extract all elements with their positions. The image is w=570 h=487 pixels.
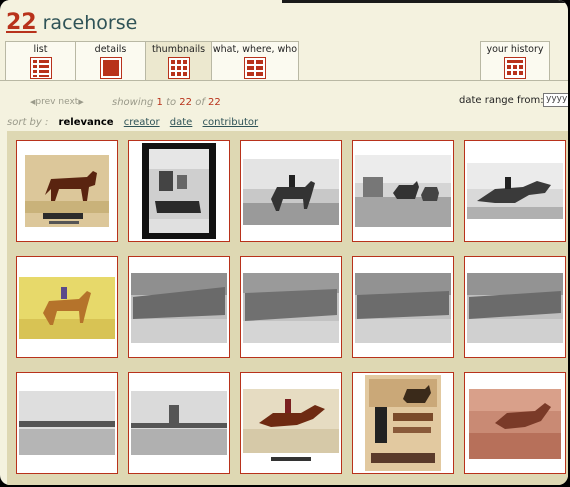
page: 22 racehorse list details thumbnails what…	[0, 0, 568, 485]
thumbnail-image	[25, 155, 109, 227]
details-icon	[99, 57, 122, 79]
tab-label: details	[94, 44, 127, 55]
thumbnail-image	[243, 273, 339, 343]
search-query: racehorse	[42, 12, 138, 34]
tab-divider	[0, 80, 568, 81]
top-bar	[0, 0, 568, 3]
sort-label: sort by :	[7, 117, 49, 128]
thumbnail-image	[355, 273, 451, 343]
date-range-input[interactable]: yyyy	[543, 93, 568, 107]
thumbnail-15[interactable]	[464, 372, 566, 474]
tab-your-history[interactable]: your history	[480, 41, 550, 81]
thumbnail-image	[355, 155, 451, 227]
next-link[interactable]: next	[58, 97, 78, 107]
tab-label: list	[33, 44, 48, 55]
thumbnail-4[interactable]	[352, 140, 454, 242]
thumbnails-icon	[167, 57, 190, 79]
thumbnail-image	[142, 143, 216, 239]
thumbnail-3[interactable]	[240, 140, 342, 242]
sort-bar: sort by : relevance creator date contrib…	[7, 117, 258, 128]
date-range-label: date range from:	[459, 95, 544, 106]
next-arrow-icon: ▶	[78, 98, 84, 106]
thumbnail-5[interactable]	[464, 140, 566, 242]
thumbnail-10[interactable]	[464, 256, 566, 358]
thumbnail-image	[243, 389, 339, 461]
thumbnail-7[interactable]	[128, 256, 230, 358]
page-title: 22 racehorse	[6, 10, 137, 40]
sort-relevance[interactable]: relevance	[59, 117, 114, 128]
thumbnail-image	[243, 159, 339, 225]
prev-link[interactable]: prev	[35, 97, 55, 107]
tab-list[interactable]: list	[5, 41, 76, 81]
thumbnail-14[interactable]	[352, 372, 454, 474]
sort-contributor[interactable]: contributor	[203, 117, 259, 128]
thumbnail-image	[131, 391, 227, 455]
tab-details[interactable]: details	[75, 41, 146, 81]
thumbnail-1[interactable]	[16, 140, 118, 242]
showing-label: showing	[112, 97, 154, 108]
result-count[interactable]: 22	[6, 10, 37, 35]
results-toolbar: ◀prev next▶ showing 1 to 22 of 22 date r…	[0, 91, 568, 111]
pager: ◀prev next▶	[30, 97, 84, 107]
grid-icon	[244, 57, 266, 79]
thumbnail-13[interactable]	[240, 372, 342, 474]
results-range: showing 1 to 22 of 22	[112, 97, 221, 108]
thumbnail-9[interactable]	[352, 256, 454, 358]
thumbnail-image	[467, 273, 563, 343]
sort-date[interactable]: date	[170, 117, 193, 128]
thumbnail-grid	[7, 131, 568, 485]
sort-creator[interactable]: creator	[124, 117, 160, 128]
range-total: 22	[208, 97, 221, 108]
thumbnail-8[interactable]	[240, 256, 342, 358]
thumbnail-image	[19, 277, 115, 339]
list-icon	[29, 57, 52, 79]
thumbnail-image	[131, 273, 227, 343]
thumbnail-2[interactable]	[128, 140, 230, 242]
thumbnail-11[interactable]	[16, 372, 118, 474]
tab-label: thumbnails	[151, 44, 206, 55]
tab-label: what, where, who	[212, 44, 298, 55]
thumbnail-image	[365, 375, 441, 471]
history-icon	[504, 57, 526, 79]
tab-label: your history	[486, 44, 544, 55]
range-start: 1	[156, 97, 163, 108]
thumbnail-6[interactable]	[16, 256, 118, 358]
thumbnail-image	[469, 389, 561, 459]
tab-what-where-who[interactable]: what, where, who	[211, 41, 299, 81]
thumbnail-12[interactable]	[128, 372, 230, 474]
tab-thumbnails[interactable]: thumbnails	[145, 41, 212, 81]
range-end: 22	[179, 97, 193, 108]
thumbnail-image	[467, 163, 563, 219]
range-to: to	[166, 97, 177, 108]
range-of: of	[195, 97, 205, 108]
thumbnail-image	[19, 391, 115, 455]
